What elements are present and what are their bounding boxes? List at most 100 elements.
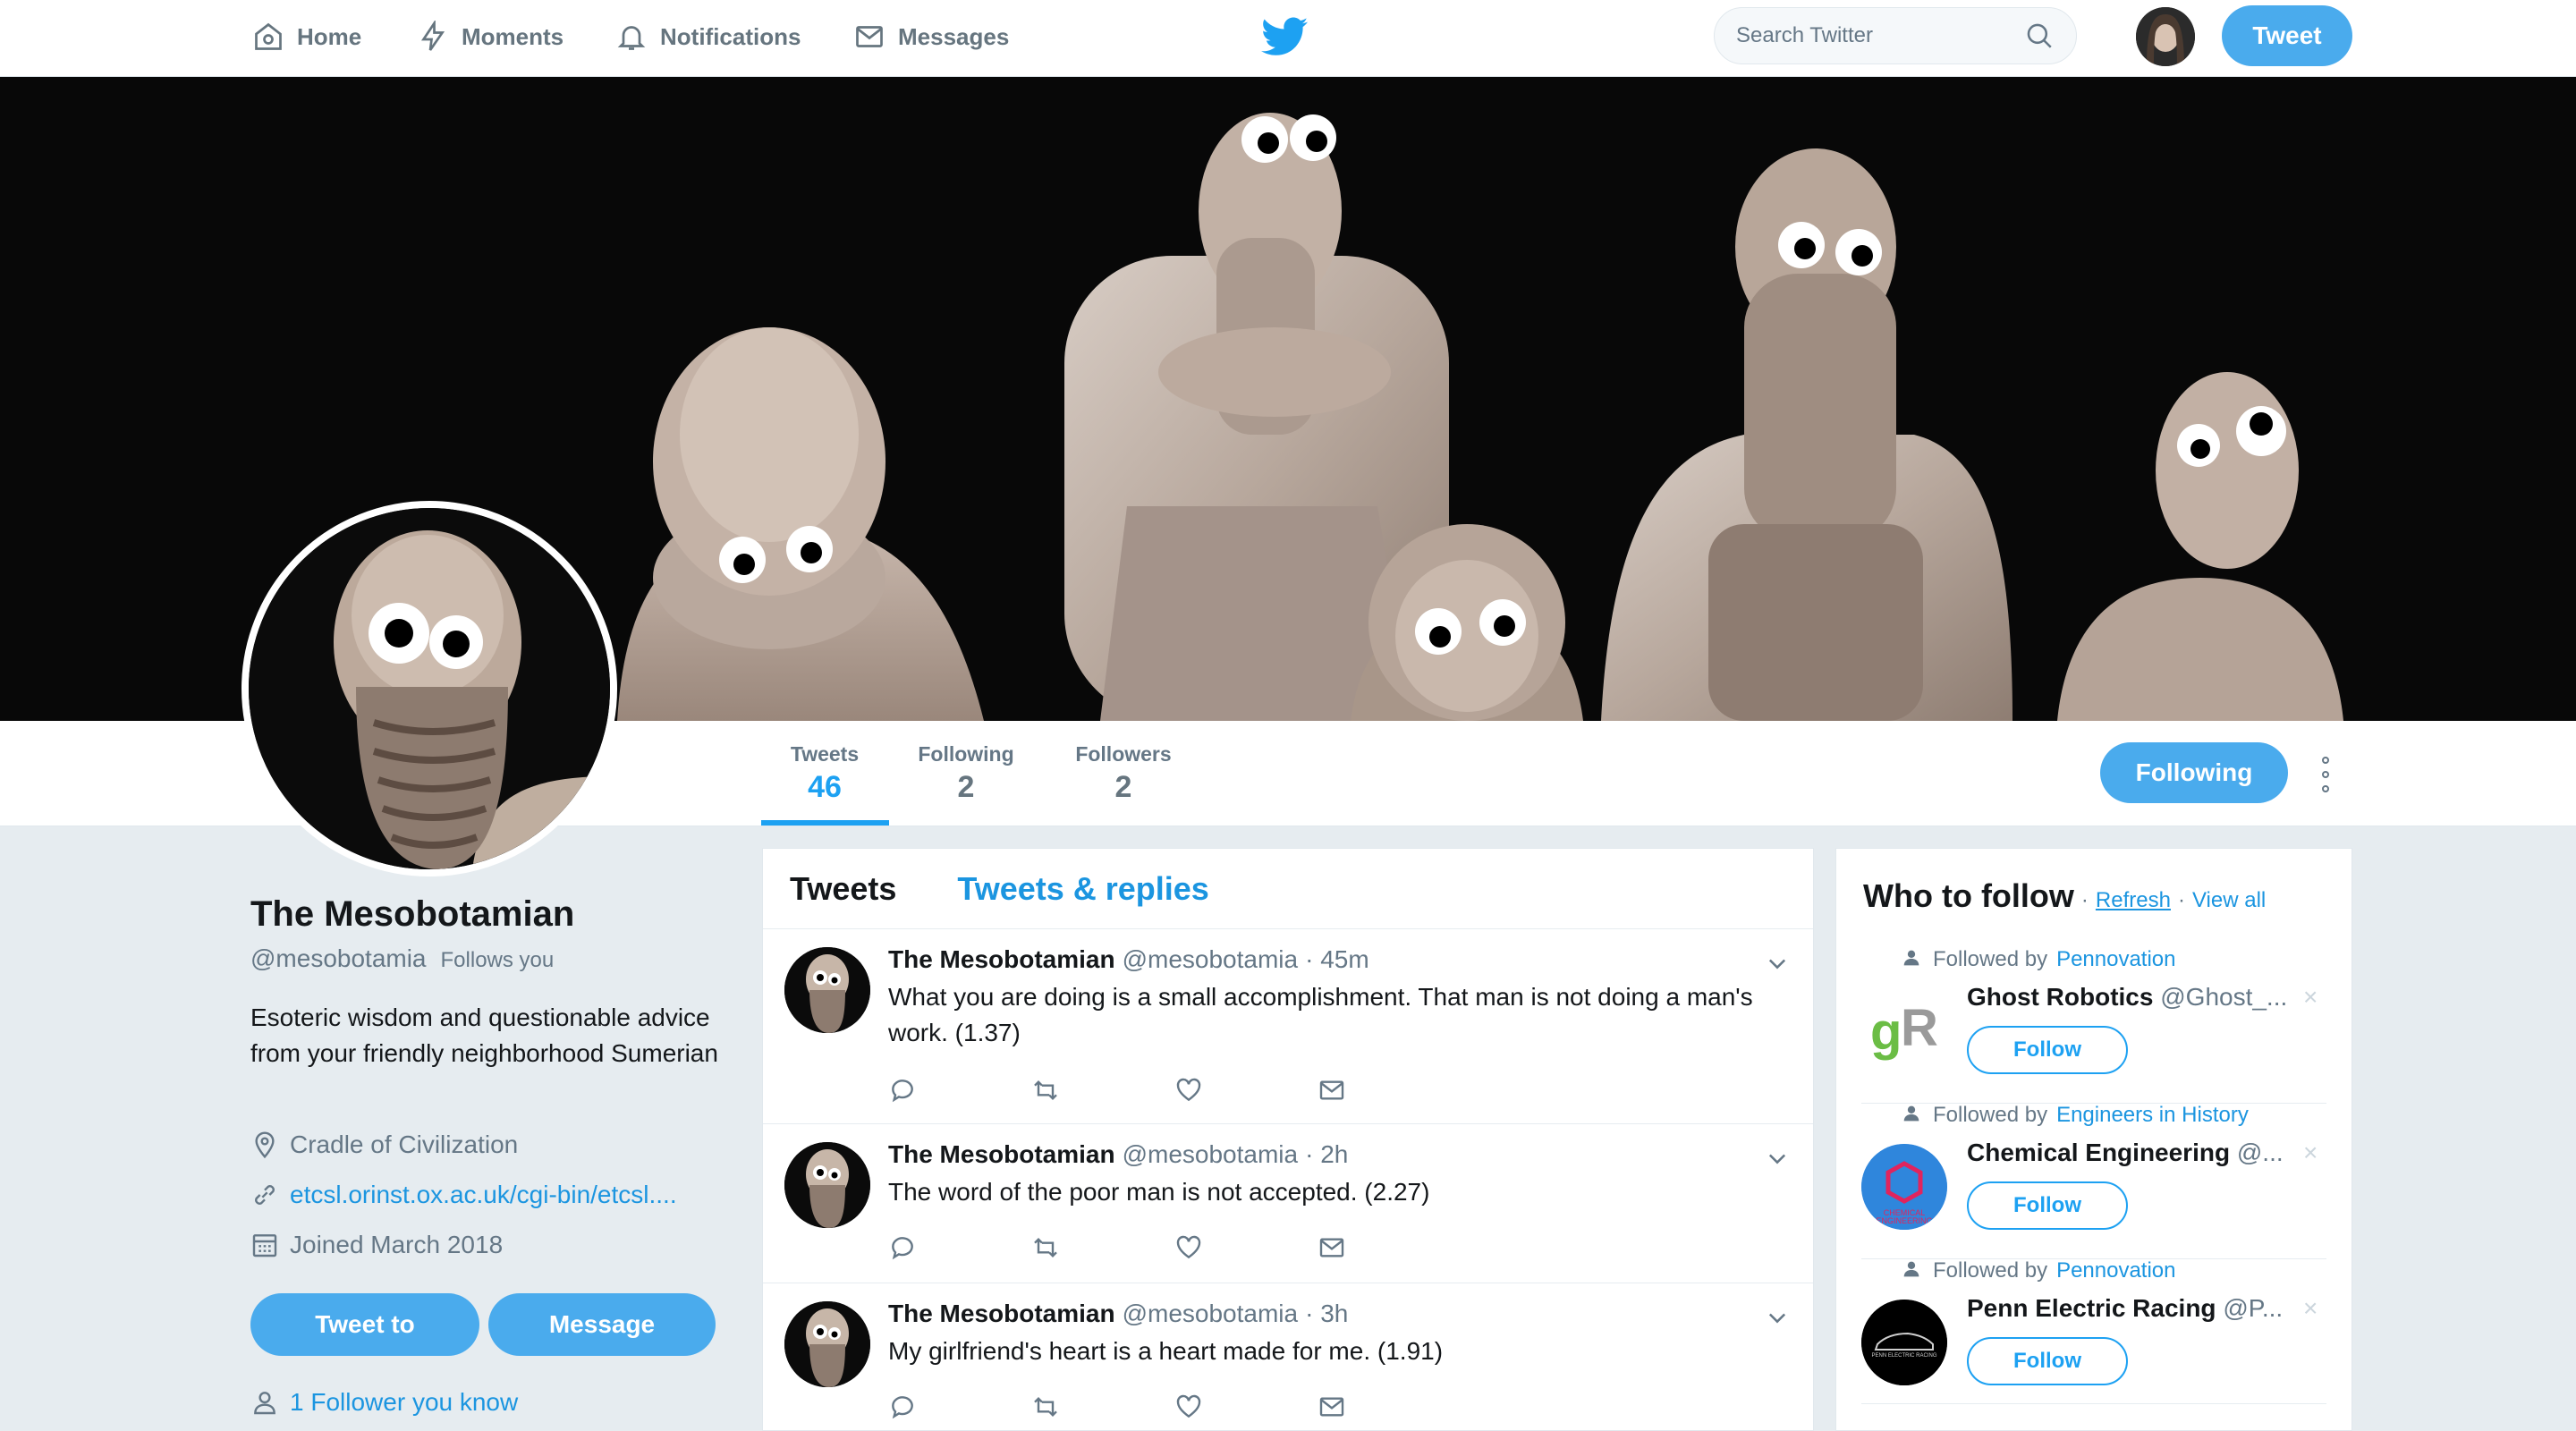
- tweet-timestamp[interactable]: · 3h: [1305, 1300, 1348, 1328]
- calendar-icon: [252, 1234, 277, 1257]
- view-all-link[interactable]: View all: [2192, 888, 2266, 913]
- profile-name[interactable]: The Mesobotamian: [250, 894, 574, 935]
- follows-you-badge: Follows you: [440, 948, 555, 972]
- tweet-author-name[interactable]: The Mesobotamian: [888, 1300, 1115, 1328]
- twitter-bird-icon[interactable]: [1261, 16, 1308, 57]
- retweet-icon: [1034, 1396, 1057, 1418]
- like-button[interactable]: [1174, 1072, 1318, 1108]
- chevron-down-icon[interactable]: [1765, 1305, 1790, 1330]
- tweet-timestamp[interactable]: · 2h: [1305, 1140, 1348, 1169]
- search-icon[interactable]: [2024, 21, 2055, 51]
- chevron-down-icon[interactable]: [1765, 951, 1790, 976]
- location-icon: [255, 1131, 275, 1159]
- profile-handle[interactable]: @mesobotamia: [250, 944, 427, 973]
- dm-button[interactable]: [1318, 1230, 1461, 1266]
- tweet[interactable]: The Mesobotamian @mesobotamia · 45m What…: [763, 929, 1813, 1124]
- profile-bio: Esoteric wisdom and questionable advice …: [250, 1003, 718, 1067]
- stat-followers[interactable]: Followers 2: [1061, 742, 1186, 805]
- nav-moments[interactable]: Moments: [417, 0, 564, 73]
- followed-by-account[interactable]: Engineers in History: [2056, 1103, 2249, 1128]
- search-input[interactable]: [1736, 23, 2024, 48]
- close-icon[interactable]: ×: [2303, 1294, 2318, 1323]
- tweet-text: The word of the poor man is not accepted…: [888, 1178, 1430, 1206]
- reply-button[interactable]: [888, 1389, 1031, 1425]
- more-icon[interactable]: [2317, 757, 2334, 792]
- close-icon[interactable]: ×: [2303, 983, 2318, 1012]
- nav-messages[interactable]: Messages: [853, 0, 1009, 73]
- followers-you-know: 1 Follower you know: [250, 1388, 518, 1417]
- tweet-author-name[interactable]: The Mesobotamian: [888, 945, 1115, 974]
- retweet-icon: [1034, 1237, 1057, 1258]
- message-button[interactable]: Message: [488, 1293, 716, 1356]
- tweet-author-handle[interactable]: @mesobotamia: [1123, 1300, 1299, 1328]
- nav-home[interactable]: Home: [252, 0, 361, 73]
- retweet-button[interactable]: [1031, 1072, 1174, 1108]
- close-icon[interactable]: ×: [2303, 1139, 2318, 1167]
- suggestion-handle[interactable]: @P...: [2223, 1294, 2283, 1322]
- suggestion-handle[interactable]: @...: [2237, 1139, 2284, 1166]
- stat-tweets-label: Tweets: [790, 742, 860, 766]
- reply-icon: [892, 1396, 913, 1419]
- stat-following[interactable]: Following 2: [905, 742, 1027, 805]
- chevron-down-icon[interactable]: [1765, 1146, 1790, 1171]
- logo-text: g: [1870, 1003, 1902, 1061]
- follow-button[interactable]: Follow: [1967, 1337, 2128, 1385]
- tweet-avatar[interactable]: [784, 1301, 870, 1387]
- suggestion-item: Followed by Pennovation gR Ghost Robotic…: [1861, 938, 2326, 1094]
- suggestion-avatar[interactable]: CHEMICAL ENGINEERING: [1861, 1144, 1947, 1230]
- suggestion-handle[interactable]: @Ghost_...: [2160, 983, 2287, 1011]
- suggestion-name-line: Ghost Robotics @Ghost_...: [1967, 983, 2289, 1012]
- tweet-actions: [888, 1230, 1461, 1266]
- like-button[interactable]: [1174, 1230, 1318, 1266]
- suggestion-name[interactable]: Chemical Engineering: [1967, 1139, 2230, 1166]
- suggestion-name-line: Penn Electric Racing @P...: [1967, 1294, 2289, 1323]
- dm-icon: [1319, 1397, 1344, 1417]
- followed-by-account[interactable]: Pennovation: [2056, 1258, 2175, 1283]
- suggestion-avatar[interactable]: gR: [1861, 988, 1947, 1074]
- tweet-to-button[interactable]: Tweet to: [250, 1293, 479, 1356]
- nav-notifications[interactable]: Notifications: [615, 0, 801, 73]
- tweet-author-name[interactable]: The Mesobotamian: [888, 1140, 1115, 1169]
- tweet[interactable]: The Mesobotamian @mesobotamia · 2h The w…: [763, 1124, 1813, 1283]
- like-icon: [1176, 1235, 1201, 1259]
- tweet-author-handle[interactable]: @mesobotamia: [1123, 1140, 1299, 1169]
- stat-followers-value: 2: [1114, 770, 1132, 804]
- follow-button[interactable]: Follow: [1967, 1181, 2128, 1230]
- stat-tweets-value: 46: [808, 770, 842, 804]
- following-button[interactable]: Following: [2100, 742, 2288, 803]
- followers-you-know-link[interactable]: 1 Follower you know: [290, 1388, 518, 1417]
- refresh-link[interactable]: Refresh: [2096, 888, 2171, 913]
- tweet-button[interactable]: Tweet: [2222, 5, 2352, 66]
- suggestion-avatar[interactable]: PENN ELECTRIC RACING: [1861, 1300, 1947, 1385]
- active-tab-indicator: [761, 820, 889, 826]
- follow-button[interactable]: Follow: [1967, 1026, 2128, 1074]
- moments-icon: [420, 21, 445, 51]
- tweet-avatar[interactable]: [784, 1142, 870, 1228]
- dm-button[interactable]: [1318, 1072, 1461, 1108]
- suggestion-name[interactable]: Ghost Robotics: [1967, 983, 2153, 1011]
- tweet-header: The Mesobotamian @mesobotamia · 45m: [888, 945, 1369, 974]
- suggestion-name[interactable]: Penn Electric Racing: [1967, 1294, 2216, 1322]
- followed-by-line: Followed by Pennovation: [1903, 1258, 2176, 1283]
- tweet-timestamp[interactable]: · 45m: [1305, 945, 1369, 974]
- url-link[interactable]: etcsl.orinst.ox.ac.uk/cgi-bin/etcsl....: [290, 1181, 677, 1209]
- profile-avatar[interactable]: [242, 501, 617, 876]
- search-box[interactable]: [1714, 7, 2077, 64]
- reply-button[interactable]: [888, 1230, 1031, 1266]
- reply-button[interactable]: [888, 1072, 1031, 1108]
- stat-tweets[interactable]: Tweets 46: [769, 742, 880, 805]
- tweet-author-handle[interactable]: @mesobotamia: [1123, 945, 1299, 974]
- notifications-icon: [617, 26, 646, 50]
- user-avatar[interactable]: [2136, 7, 2195, 66]
- tab-tweets[interactable]: Tweets: [790, 870, 896, 908]
- retweet-button[interactable]: [1031, 1389, 1174, 1425]
- tweet-avatar[interactable]: [784, 947, 870, 1033]
- like-button[interactable]: [1174, 1389, 1318, 1425]
- retweet-button[interactable]: [1031, 1230, 1174, 1266]
- tweet[interactable]: The Mesobotamian @mesobotamia · 3h My gi…: [763, 1283, 1813, 1430]
- dm-button[interactable]: [1318, 1389, 1461, 1425]
- tab-tweets-replies[interactable]: Tweets & replies: [957, 870, 1208, 908]
- tweet-header: The Mesobotamian @mesobotamia · 3h: [888, 1300, 1348, 1328]
- followed-by-account[interactable]: Pennovation: [2056, 947, 2175, 972]
- retweet-icon: [1034, 1080, 1057, 1101]
